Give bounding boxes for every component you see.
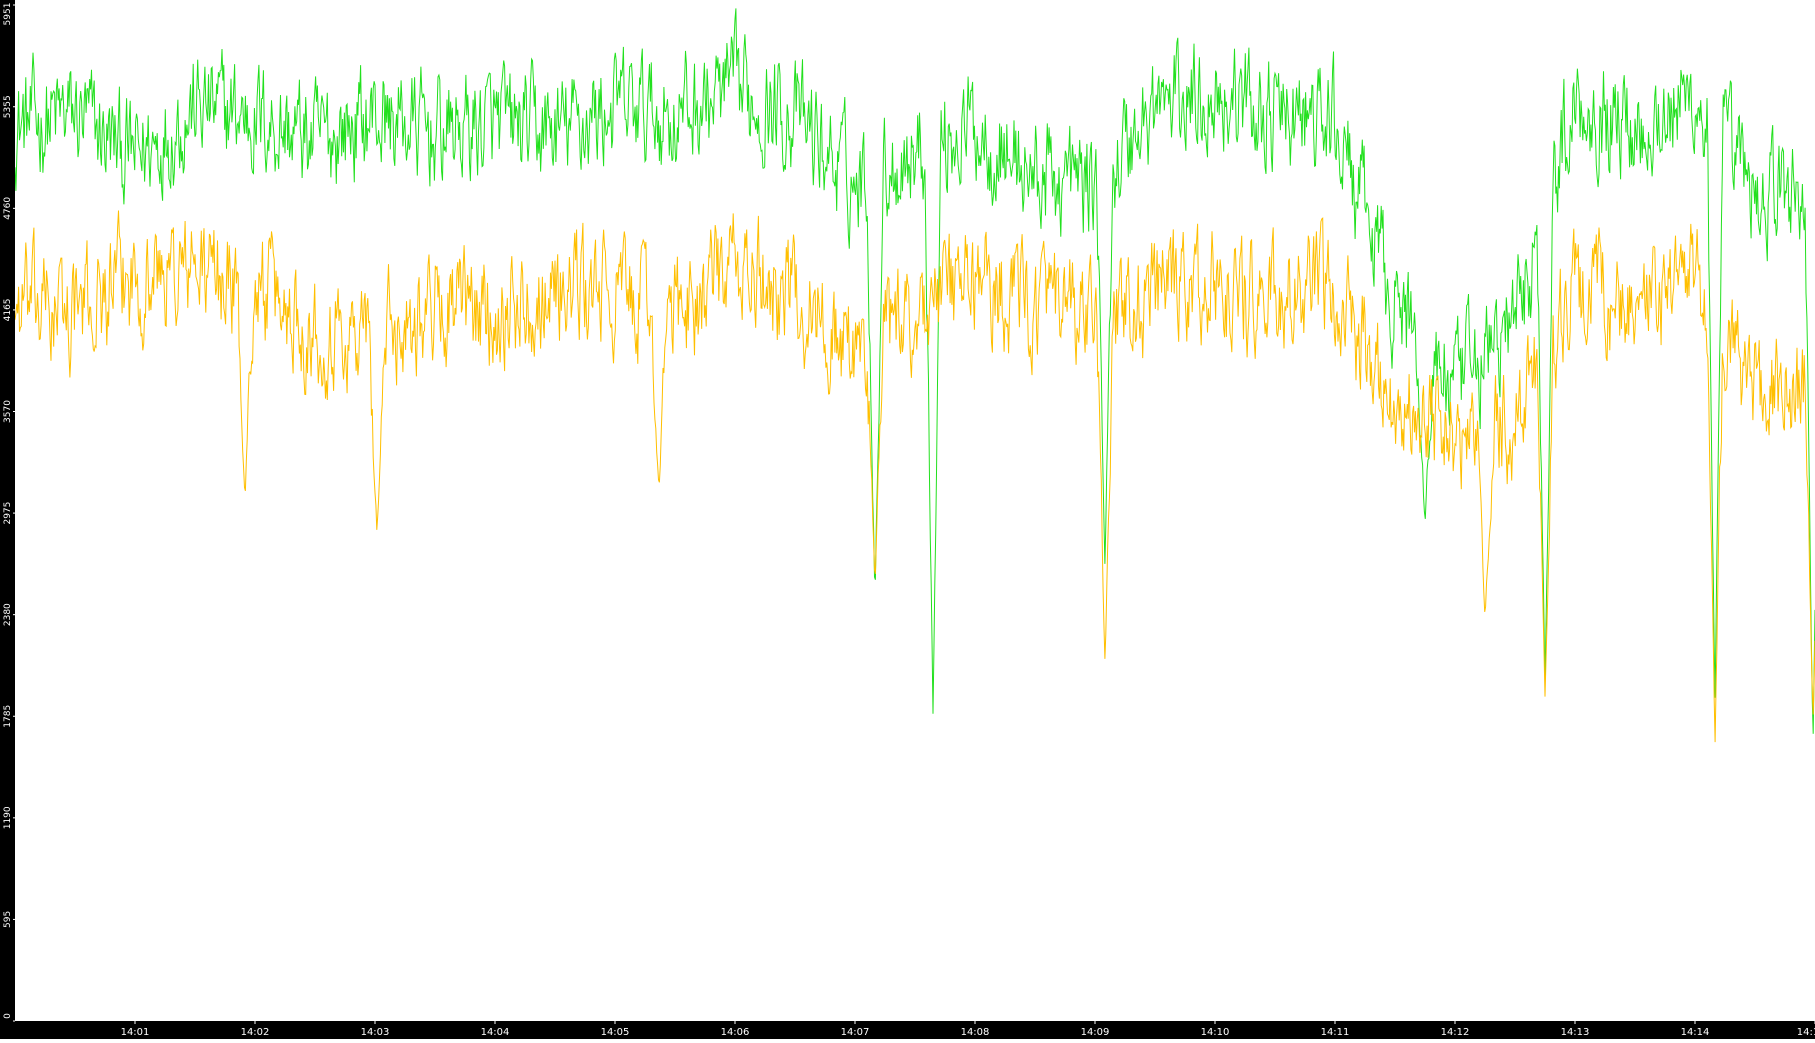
line-chart: 0 595 1190 1785 2380 2975 3570 4165 4760 5355 5951… [0,0,1815,1039]
x-tick-label: 14:13 [1561,1027,1590,1038]
x-tick-label: 14:06 [721,1027,750,1038]
y-tick-label: 3570 [3,400,13,423]
x-tick-label: 14:09 [1081,1027,1110,1038]
y-tick-label: 5951 [3,3,13,26]
y-tick-label: 4760 [3,197,13,220]
y-tick-label: 2380 [3,603,13,626]
y-tick-label: 595 [3,911,13,928]
y-tick-label: 0 [3,1013,13,1019]
x-tick-label: 14:1 [1797,1027,1815,1038]
y-tick-label: 2975 [3,502,13,525]
x-tick-label: 14:12 [1441,1027,1470,1038]
x-tick-label: 14:11 [1321,1027,1350,1038]
x-tick-label: 14:14 [1681,1027,1710,1038]
x-tick-label: 14:04 [481,1027,510,1038]
x-tick-label: 14:10 [1201,1027,1230,1038]
x-tick-label: 14:08 [961,1027,990,1038]
y-tick-label: 4165 [3,298,13,321]
x-tick-label: 14:01 [121,1027,150,1038]
x-tick-label: 14:07 [841,1027,870,1038]
chart-svg: 0 595 1190 1785 2380 2975 3570 4165 4760 5355 5951… [0,0,1815,1039]
y-tick-label: 5355 [3,95,13,118]
x-axis-panel [0,1021,1815,1039]
y-tick-label: 1785 [3,705,13,728]
y-tick-label: 1190 [3,806,13,829]
x-tick-label: 14:05 [601,1027,630,1038]
x-tick-label: 14:03 [361,1027,390,1038]
x-tick-label: 14:02 [241,1027,270,1038]
